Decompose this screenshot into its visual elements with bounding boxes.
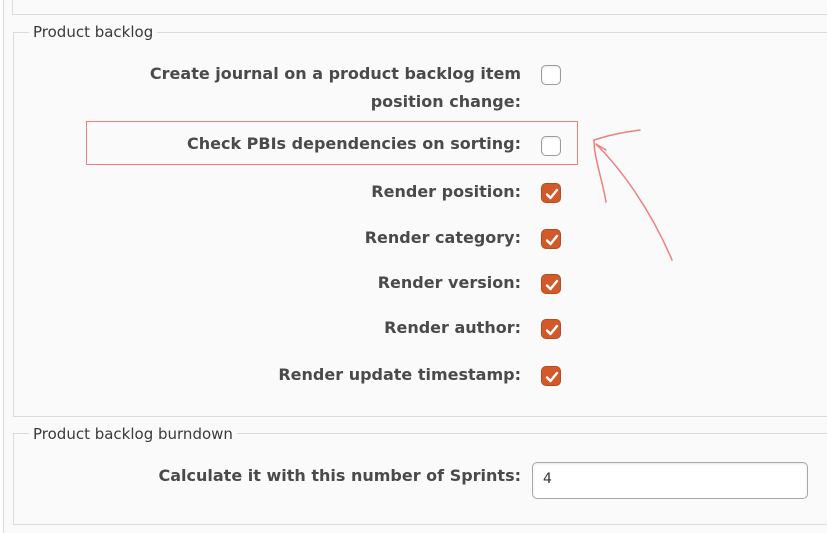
checkmark-icon [545, 188, 559, 200]
render-category-checkbox[interactable] [541, 229, 561, 249]
create-journal-label-line1: Create journal on a product backlog item [149, 64, 521, 83]
sprints-count-label: Calculate it with this number of Sprints… [158, 466, 522, 485]
sprints-count-input[interactable]: 4 [532, 462, 808, 499]
render-category-label: Render category: [364, 228, 521, 247]
checkmark-icon [545, 324, 559, 336]
render-version-label: Render version: [377, 273, 521, 292]
create-journal-label-line2: position change: [370, 92, 521, 111]
render-version-checkbox[interactable] [541, 274, 561, 294]
render-position-label: Render position: [371, 182, 521, 201]
checkmark-icon [545, 234, 559, 246]
product-backlog-legend: Product backlog [29, 23, 158, 41]
checkmark-icon [545, 371, 559, 383]
render-author-label: Render author: [384, 318, 521, 337]
render-position-checkbox[interactable] [541, 183, 561, 203]
product-backlog-burndown-legend: Product backlog burndown [29, 425, 237, 443]
checkmark-icon [545, 279, 559, 291]
render-author-checkbox[interactable] [541, 319, 561, 339]
previous-section-edge [12, 0, 827, 15]
check-pbi-dependencies-checkbox[interactable] [541, 136, 561, 156]
render-update-timestamp-label: Render update timestamp: [278, 365, 521, 384]
annotation-arrow [593, 129, 673, 261]
check-pbi-dependencies-label: Check PBIs dependencies on sorting: [187, 134, 521, 153]
create-journal-checkbox[interactable] [541, 65, 561, 85]
render-update-timestamp-checkbox[interactable] [541, 366, 561, 386]
